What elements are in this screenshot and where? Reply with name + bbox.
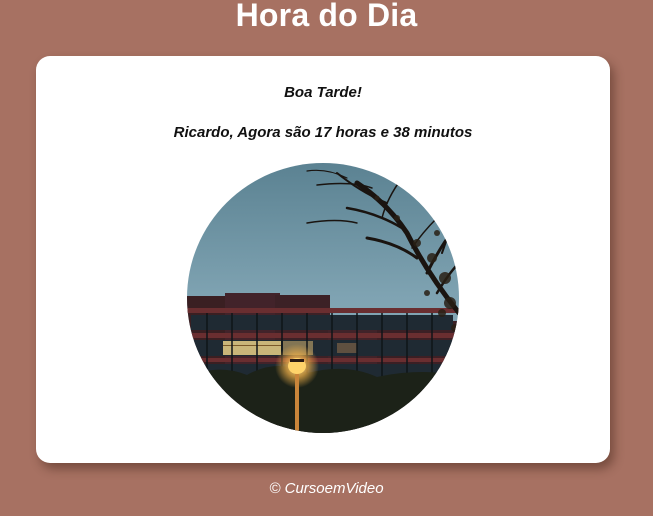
footer-credit: © CursoemVideo xyxy=(269,480,384,497)
greeting-text: Boa Tarde! xyxy=(284,84,362,101)
page-title: Hora do Dia xyxy=(235,0,418,33)
page-header: Hora do Dia xyxy=(0,0,653,36)
photo-illustration xyxy=(187,163,459,433)
time-card: Boa Tarde! Ricardo, Agora são 17 horas e… xyxy=(36,56,610,463)
time-message: Ricardo, Agora são 17 horas e 38 minutos xyxy=(173,124,473,141)
trees-silhouette xyxy=(187,365,459,433)
afternoon-photo xyxy=(187,163,459,433)
